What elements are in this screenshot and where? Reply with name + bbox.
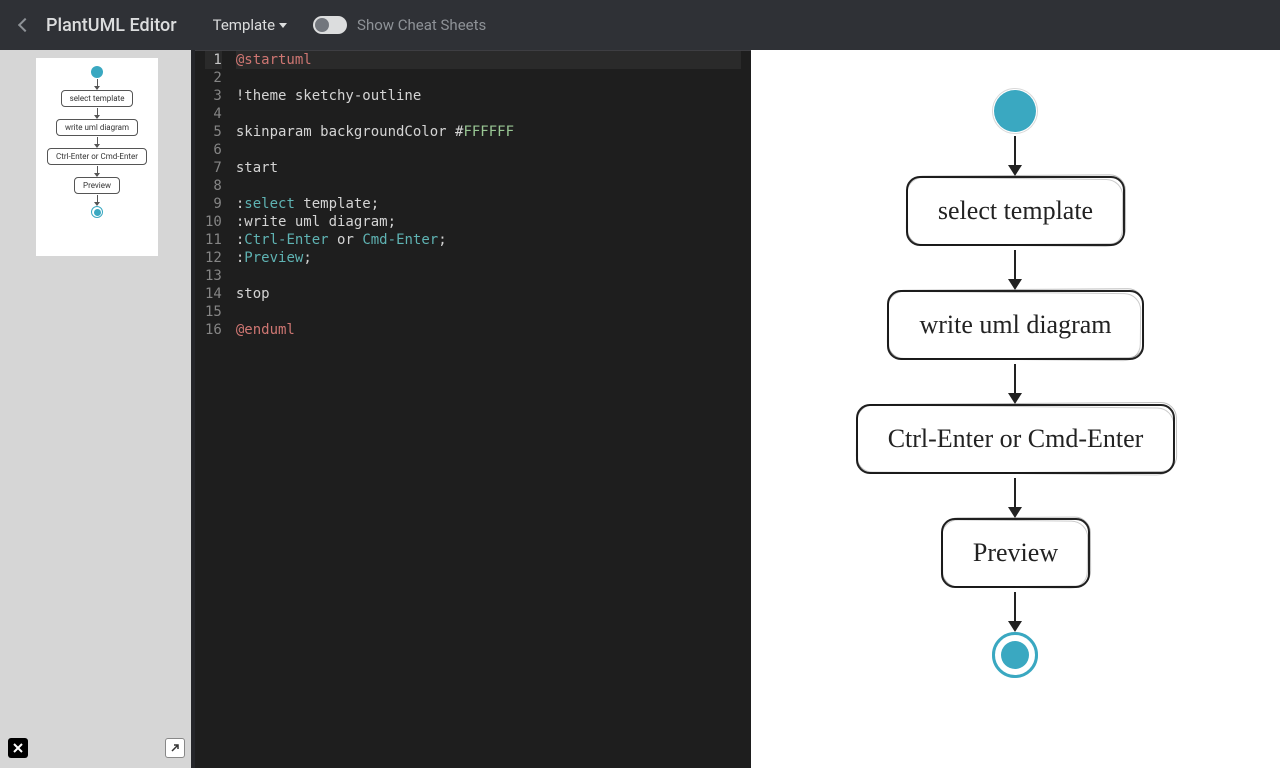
code-line[interactable]: [236, 141, 741, 159]
line-number: 15: [205, 303, 222, 321]
cheat-sheets-toggle-group: Show Cheat Sheets: [313, 16, 486, 34]
line-number: 16: [205, 321, 222, 339]
arrow-icon: [1014, 478, 1016, 516]
code-line[interactable]: :select template;: [236, 195, 741, 213]
code-line[interactable]: stop: [236, 285, 741, 303]
thumb-arrow: [97, 108, 98, 118]
thumb-start-node: [91, 66, 103, 78]
diagram-step: Ctrl-Enter or Cmd-Enter: [856, 404, 1176, 474]
cheat-sheets-toggle[interactable]: [313, 16, 347, 34]
thumb-step: Ctrl-Enter or Cmd-Enter: [47, 148, 147, 165]
code-line[interactable]: :Preview;: [236, 249, 741, 267]
thumb-step: write uml diagram: [56, 119, 138, 136]
code-line[interactable]: [236, 177, 741, 195]
line-number: 1: [205, 51, 222, 69]
line-number: 4: [205, 105, 222, 123]
line-number: 3: [205, 87, 222, 105]
code-content[interactable]: @startuml !theme sketchy-outline skinpar…: [236, 51, 751, 768]
close-thumbnail-button[interactable]: [8, 738, 28, 758]
line-number: 13: [205, 267, 222, 285]
line-number: 6: [205, 141, 222, 159]
line-number: 7: [205, 159, 222, 177]
arrow-icon: [1014, 136, 1016, 174]
line-number: 2: [205, 69, 222, 87]
line-number: 11: [205, 231, 222, 249]
thumb-arrow: [97, 195, 98, 205]
code-line[interactable]: @enduml: [236, 321, 741, 339]
diagram-step: write uml diagram: [887, 290, 1143, 360]
template-dropdown[interactable]: Template: [213, 16, 287, 34]
code-line[interactable]: [236, 105, 741, 123]
start-node: [994, 90, 1036, 132]
code-editor[interactable]: 12345678910111213141516 @startuml !theme…: [195, 50, 751, 768]
code-line[interactable]: start: [236, 159, 741, 177]
diagram-preview[interactable]: select template write uml diagram Ctrl-E…: [751, 50, 1280, 768]
line-number: 9: [205, 195, 222, 213]
arrow-icon: [1014, 250, 1016, 288]
template-label: Template: [213, 16, 275, 34]
line-number: 8: [205, 177, 222, 195]
code-line[interactable]: :write uml diagram;: [236, 213, 741, 231]
thumb-step: Preview: [74, 177, 120, 194]
thumb-arrow: [97, 79, 98, 89]
code-line[interactable]: :Ctrl-Enter or Cmd-Enter;: [236, 231, 741, 249]
code-line[interactable]: [236, 69, 741, 87]
diagram-step: select template: [906, 176, 1125, 246]
diagram-thumbnail[interactable]: select template write uml diagram Ctrl-E…: [36, 58, 158, 256]
divider[interactable]: [191, 50, 195, 768]
header-bar: PlantUML Editor Template Show Cheat Shee…: [0, 0, 1280, 50]
diagram: select template write uml diagram Ctrl-E…: [856, 90, 1176, 768]
line-number: 5: [205, 123, 222, 141]
cheat-sheets-label: Show Cheat Sheets: [357, 16, 486, 34]
close-icon: [12, 742, 24, 754]
expand-thumbnail-button[interactable]: [165, 738, 185, 758]
thumb-end-node: [91, 206, 103, 218]
thumb-step: select template: [61, 90, 134, 107]
line-gutter: 12345678910111213141516: [195, 51, 236, 768]
code-line[interactable]: !theme sketchy-outline: [236, 87, 741, 105]
thumbnail-sidebar: select template write uml diagram Ctrl-E…: [0, 50, 195, 768]
back-icon[interactable]: [18, 18, 32, 32]
line-number: 10: [205, 213, 222, 231]
arrow-icon: [1014, 592, 1016, 630]
chevron-down-icon: [279, 23, 287, 28]
code-line[interactable]: skinparam backgroundColor #FFFFFF: [236, 123, 741, 141]
thumb-arrow: [97, 137, 98, 147]
line-number: 12: [205, 249, 222, 267]
diagram-step: Preview: [941, 518, 1090, 588]
main-area: select template write uml diagram Ctrl-E…: [0, 50, 1280, 768]
thumb-arrow: [97, 166, 98, 176]
app-title: PlantUML Editor: [46, 15, 177, 36]
expand-icon: [169, 742, 181, 754]
end-node: [992, 632, 1038, 678]
code-line[interactable]: [236, 303, 741, 321]
line-number: 14: [205, 285, 222, 303]
arrow-icon: [1014, 364, 1016, 402]
code-line[interactable]: @startuml: [236, 51, 741, 69]
code-line[interactable]: [236, 267, 741, 285]
